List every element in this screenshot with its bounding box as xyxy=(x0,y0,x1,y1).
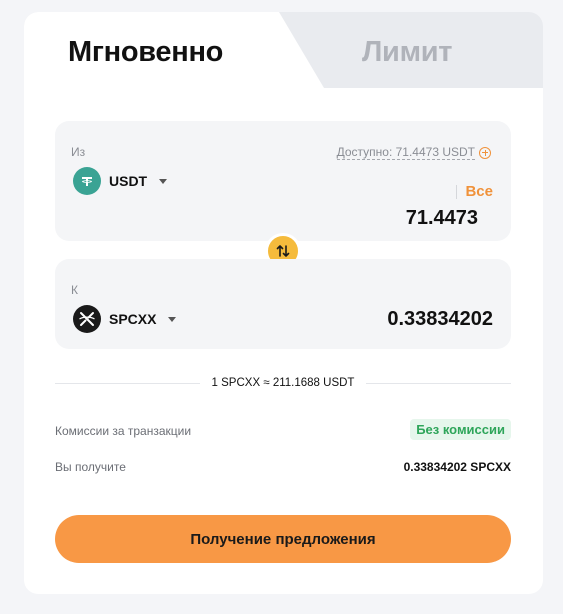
max-button[interactable]: Все xyxy=(456,184,493,199)
fee-label: Комиссии за транзакции xyxy=(55,424,192,438)
to-panel: К SPCXX 0.33834202 xyxy=(55,259,511,349)
get-quote-button[interactable]: Получение предложения xyxy=(55,515,511,563)
swap-arrows-icon xyxy=(276,245,290,257)
tab-instant-label[interactable]: Мгновенно xyxy=(68,36,223,69)
usdt-coin-icon xyxy=(73,167,101,195)
receive-value: 0.33834202 SPCXX xyxy=(403,460,511,474)
rate-text: 1 SPCXX ≈ 211.1688 USDT xyxy=(211,377,355,389)
spcxx-coin-icon xyxy=(73,305,101,333)
available-text: Доступно: 71.4473 USDT xyxy=(336,145,475,160)
to-label: К xyxy=(71,283,78,297)
from-label: Из xyxy=(71,145,86,159)
available-balance[interactable]: Доступно: 71.4473 USDT xyxy=(336,145,491,160)
from-panel: Из Доступно: 71.4473 USDT USDT Все 71.44… xyxy=(55,121,511,241)
from-amount-input[interactable]: 71.4473 xyxy=(406,207,478,230)
to-asset-selector[interactable]: SPCXX xyxy=(73,305,177,333)
to-amount: 0.33834202 xyxy=(387,308,493,330)
divider xyxy=(366,382,511,384)
chevron-down-icon xyxy=(168,316,177,322)
swap-card: Лимит Мгновенно Из Доступно: 71.4473 USD… xyxy=(24,12,543,594)
fee-badge: Без комиссии xyxy=(410,419,511,440)
plus-circle-icon[interactable] xyxy=(479,146,491,159)
receive-label: Вы получите xyxy=(55,460,126,474)
from-asset-name: USDT xyxy=(109,173,148,189)
chevron-down-icon xyxy=(159,178,168,184)
tab-limit-label: Лимит xyxy=(362,36,453,68)
divider xyxy=(55,382,200,384)
to-asset-name: SPCXX xyxy=(109,311,157,327)
from-asset-selector[interactable]: USDT xyxy=(73,167,168,195)
exchange-rate: 1 SPCXX ≈ 211.1688 USDT xyxy=(55,375,511,391)
